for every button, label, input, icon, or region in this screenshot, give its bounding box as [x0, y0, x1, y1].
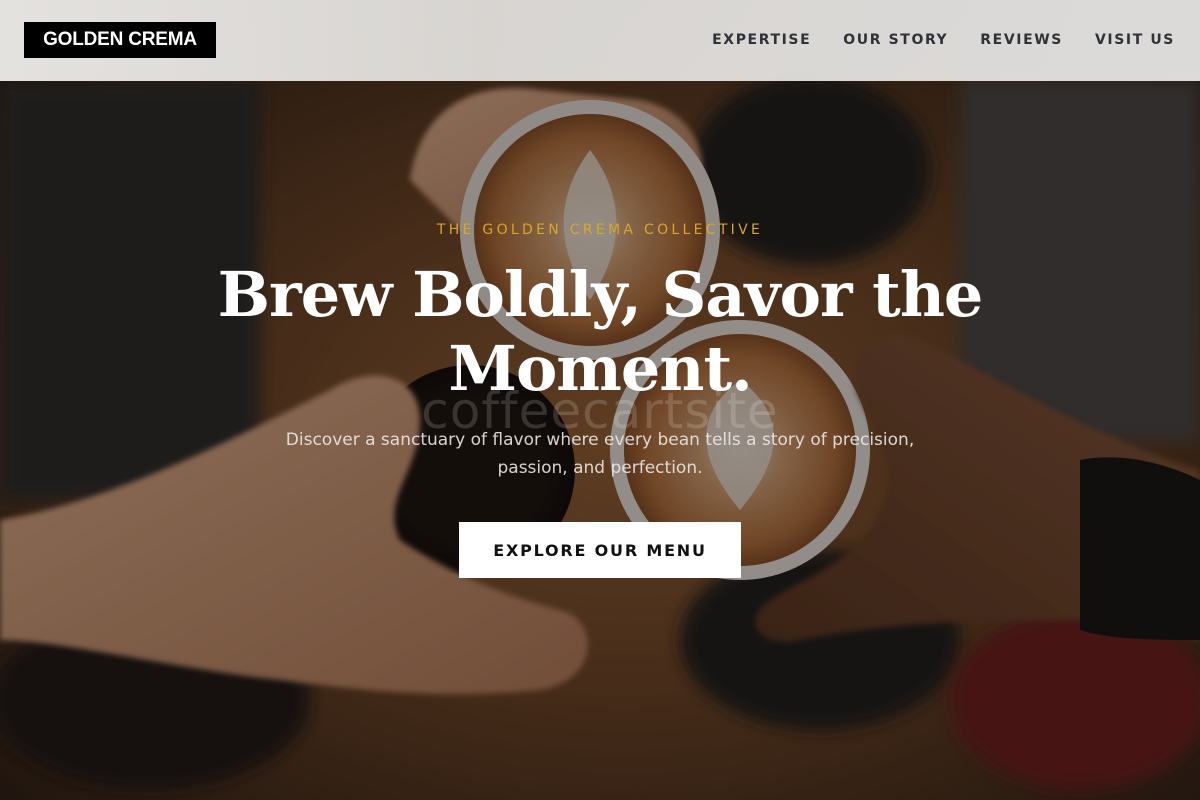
hero-headline: Brew Boldly, Savor the Moment.	[217, 258, 984, 405]
hero-subtitle: Discover a sanctuary of flavor where eve…	[285, 430, 915, 478]
nav-link-our-story[interactable]: OUR STORY	[843, 32, 948, 48]
nav-link-reviews[interactable]: REVIEWS	[980, 32, 1063, 48]
nav-link-expertise[interactable]: EXPERTISE	[712, 32, 811, 48]
nav-link-visit-us[interactable]: VISIT US	[1095, 32, 1175, 48]
site-logo[interactable]: GOLDEN CREMA	[24, 21, 216, 58]
main-nav: EXPERTISE OUR STORY REVIEWS VISIT US	[712, 32, 1175, 48]
site-header: GOLDEN CREMA EXPERTISE OUR STORY REVIEWS…	[0, 0, 1200, 81]
explore-menu-button[interactable]: EXPLORE OUR MENU	[459, 522, 741, 578]
hero-eyebrow: THE GOLDEN CREMA COLLECTIVE	[436, 222, 764, 238]
landing-page: GOLDEN CREMA EXPERTISE OUR STORY REVIEWS…	[0, 0, 1200, 800]
hero-section: THE GOLDEN CREMA COLLECTIVE Brew Boldly,…	[0, 0, 1200, 800]
